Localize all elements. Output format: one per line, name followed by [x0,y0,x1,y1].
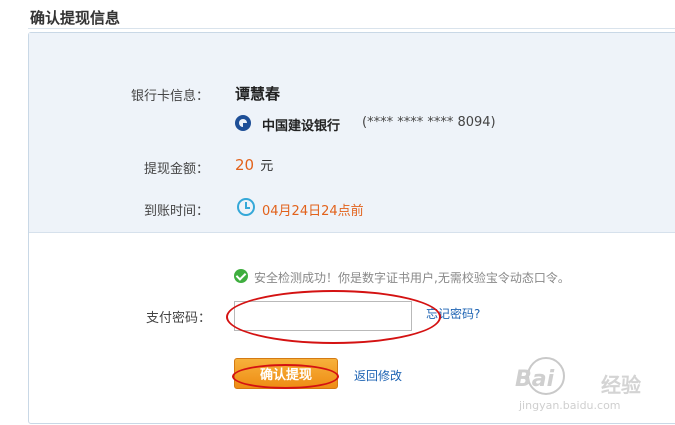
confirm-withdraw-button[interactable]: 确认提现 [234,358,338,389]
arrival-time-label: 到账时间： [143,204,209,219]
alarm-clock-icon [237,198,255,216]
security-check-message: 安全检测成功！你是数字证书用户,无需校验宝令动态口令。 [254,271,570,285]
payment-password-input[interactable] [234,301,412,331]
check-circle-icon [234,269,248,283]
watermark-logo-tail: 经验 [601,373,641,397]
bank-name: 中国建设银行 [262,119,341,134]
amount-number: 20 [235,156,255,174]
arrival-time-value: 04月24日24点前 [262,204,364,219]
withdraw-info-section: 银行卡信息： 谭慧春 中国建设银行 (**** **** **** 8094) … [29,33,675,233]
card-number: (**** **** **** 8094) [362,115,496,130]
amount-unit: 元 [260,159,274,174]
baidu-watermark: Bai 经验 jingyan.baidu.com [515,355,665,415]
ccb-logo-icon [235,115,251,131]
amount-label: 提现金额： [143,162,209,177]
payment-password-label: 支付密码： [145,311,211,326]
card-info-label: 银行卡信息： [130,89,209,104]
watermark-logo: Bai [515,367,555,392]
page-title: 确认提现信息 [30,9,121,27]
card-holder-name: 谭慧春 [235,85,281,103]
title-divider [28,28,675,29]
back-modify-link[interactable]: 返回修改 [354,367,402,384]
amount-value: 20 元 [235,155,273,174]
watermark-url: jingyan.baidu.com [519,399,621,412]
forgot-password-link[interactable]: 忘记密码? [426,305,480,322]
